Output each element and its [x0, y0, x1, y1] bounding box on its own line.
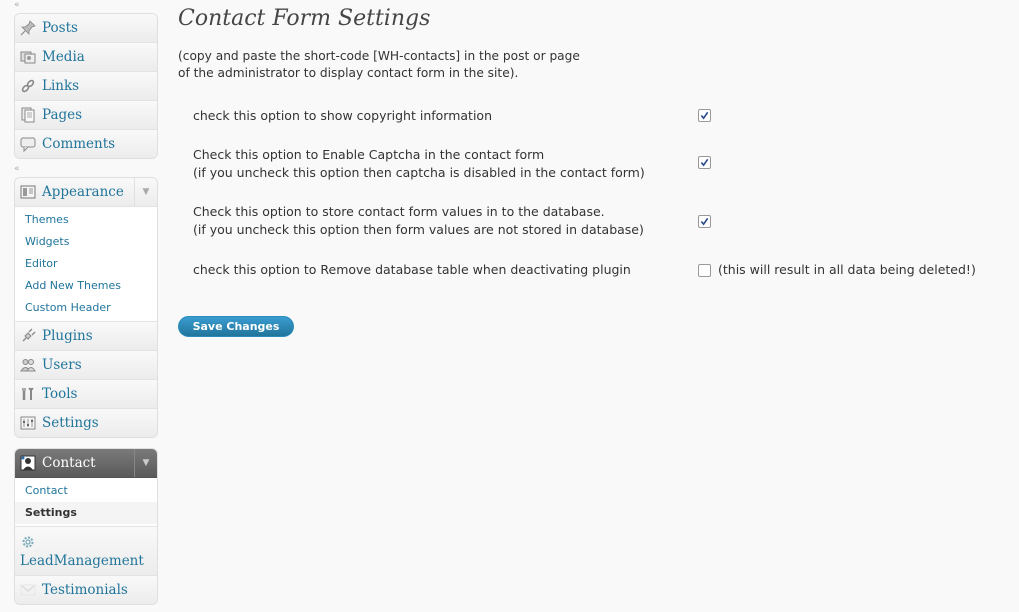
submenu-item-custom-header[interactable]: Custom Header — [15, 297, 157, 319]
save-changes-button[interactable]: Save Changes — [178, 316, 294, 337]
menu-label: Pages — [42, 107, 83, 123]
submenu-item-editor[interactable]: Editor — [15, 253, 157, 275]
main-content: Contact Form Settings (copy and paste th… — [178, 0, 1019, 337]
menu-item-leadmanagement[interactable]: LeadManagement — [15, 527, 157, 576]
plugins-icon — [20, 328, 36, 344]
menu-item-comments[interactable]: Comments — [15, 130, 157, 158]
option-label-remove-table: check this option to Remove database tab… — [193, 261, 631, 279]
remove-table-warning: (this will result in all data being dele… — [718, 262, 976, 277]
option-text: (if you uncheck this option then form va… — [193, 222, 644, 237]
menu-label: LeadManagement — [20, 552, 144, 569]
menu-label: Plugins — [42, 328, 93, 344]
submenu-item-settings[interactable]: Settings — [15, 502, 157, 524]
links-icon — [20, 78, 36, 94]
menu-label: Appearance — [42, 184, 124, 200]
menu-item-contact[interactable]: Contact ▼ — [15, 449, 157, 478]
menu-separator: « — [14, 164, 158, 177]
option-text: check this option to Remove database tab… — [193, 262, 631, 277]
submenu-item-themes[interactable]: Themes — [15, 209, 157, 231]
contact-submenu: Contact Settings — [15, 478, 157, 527]
users-icon — [20, 357, 36, 373]
menu-label: Media — [42, 49, 85, 65]
option-label-captcha: Check this option to Enable Captcha in t… — [193, 146, 645, 182]
gear-icon — [20, 534, 36, 550]
menu-item-testimonials[interactable]: Testimonials — [15, 576, 157, 604]
menu-label: Tools — [42, 386, 78, 402]
collapse-menu-icon[interactable]: « — [14, 1, 20, 10]
option-text: (if you uncheck this option then captcha… — [193, 165, 645, 180]
menu-label: Posts — [42, 20, 78, 36]
menu-item-links[interactable]: Links — [15, 72, 157, 101]
page-title: Contact Form Settings — [178, 6, 431, 31]
appearance-icon — [20, 184, 36, 200]
option-label-copyright: check this option to show copyright info… — [193, 107, 492, 125]
comments-icon — [20, 136, 36, 152]
menu-item-plugins[interactable]: Plugins — [15, 322, 157, 351]
admin-menu: « Posts Media Links Pages Comments « App… — [14, 0, 158, 605]
option-label-store-database: Check this option to store contact form … — [193, 203, 644, 239]
collapse-menu-icon[interactable]: « — [14, 165, 20, 174]
tools-icon — [20, 386, 36, 402]
menu-label: Testimonials — [42, 582, 128, 598]
media-icon — [20, 49, 36, 65]
store-database-checkbox[interactable] — [698, 215, 711, 228]
chevron-down-icon[interactable]: ▼ — [134, 449, 157, 477]
checkmark-icon — [700, 111, 709, 120]
menu-group-content: Posts Media Links Pages Comments — [14, 13, 158, 159]
menu-item-appearance[interactable]: Appearance ▼ — [15, 178, 157, 207]
submenu-item-contact[interactable]: Contact — [15, 480, 157, 502]
menu-item-pages[interactable]: Pages — [15, 101, 157, 130]
menu-item-media[interactable]: Media — [15, 43, 157, 72]
menu-separator: « — [14, 0, 158, 13]
contact-icon — [20, 455, 36, 471]
shortcode-instructions: (copy and paste the short-code [WH-conta… — [178, 48, 648, 82]
menu-label: Comments — [42, 136, 116, 152]
menu-item-posts[interactable]: Posts — [15, 14, 157, 43]
checkmark-icon — [700, 158, 709, 167]
chevron-down-icon[interactable]: ▼ — [134, 178, 157, 206]
menu-item-users[interactable]: Users — [15, 351, 157, 380]
testimonials-icon — [20, 582, 36, 598]
captcha-checkbox[interactable] — [698, 156, 711, 169]
option-text: check this option to show copyright info… — [193, 108, 492, 123]
copyright-checkbox[interactable] — [698, 109, 711, 122]
menu-label: Contact — [42, 455, 96, 471]
menu-label: Users — [42, 357, 82, 373]
menu-item-settings[interactable]: Settings — [15, 409, 157, 437]
instructions-line: of the administrator to display contact … — [178, 66, 519, 80]
menu-item-tools[interactable]: Tools — [15, 380, 157, 409]
menu-group-plugins: Contact ▼ Contact Settings LeadManagemen… — [14, 448, 158, 605]
instructions-line: (copy and paste the short-code [WH-conta… — [178, 49, 580, 63]
menu-group-admin: Appearance ▼ Themes Widgets Editor Add N… — [14, 177, 158, 438]
checkmark-icon — [700, 217, 709, 226]
menu-label: Settings — [42, 415, 99, 431]
menu-label: Links — [42, 78, 80, 94]
pages-icon — [20, 107, 36, 123]
option-text: Check this option to store contact form … — [193, 204, 605, 219]
option-text: Check this option to Enable Captcha in t… — [193, 147, 545, 162]
pushpin-icon — [20, 20, 36, 36]
appearance-submenu: Themes Widgets Editor Add New Themes Cus… — [15, 207, 157, 322]
settings-icon — [20, 415, 36, 431]
remove-table-checkbox[interactable] — [698, 264, 711, 277]
submenu-item-widgets[interactable]: Widgets — [15, 231, 157, 253]
submenu-item-add-new-themes[interactable]: Add New Themes — [15, 275, 157, 297]
